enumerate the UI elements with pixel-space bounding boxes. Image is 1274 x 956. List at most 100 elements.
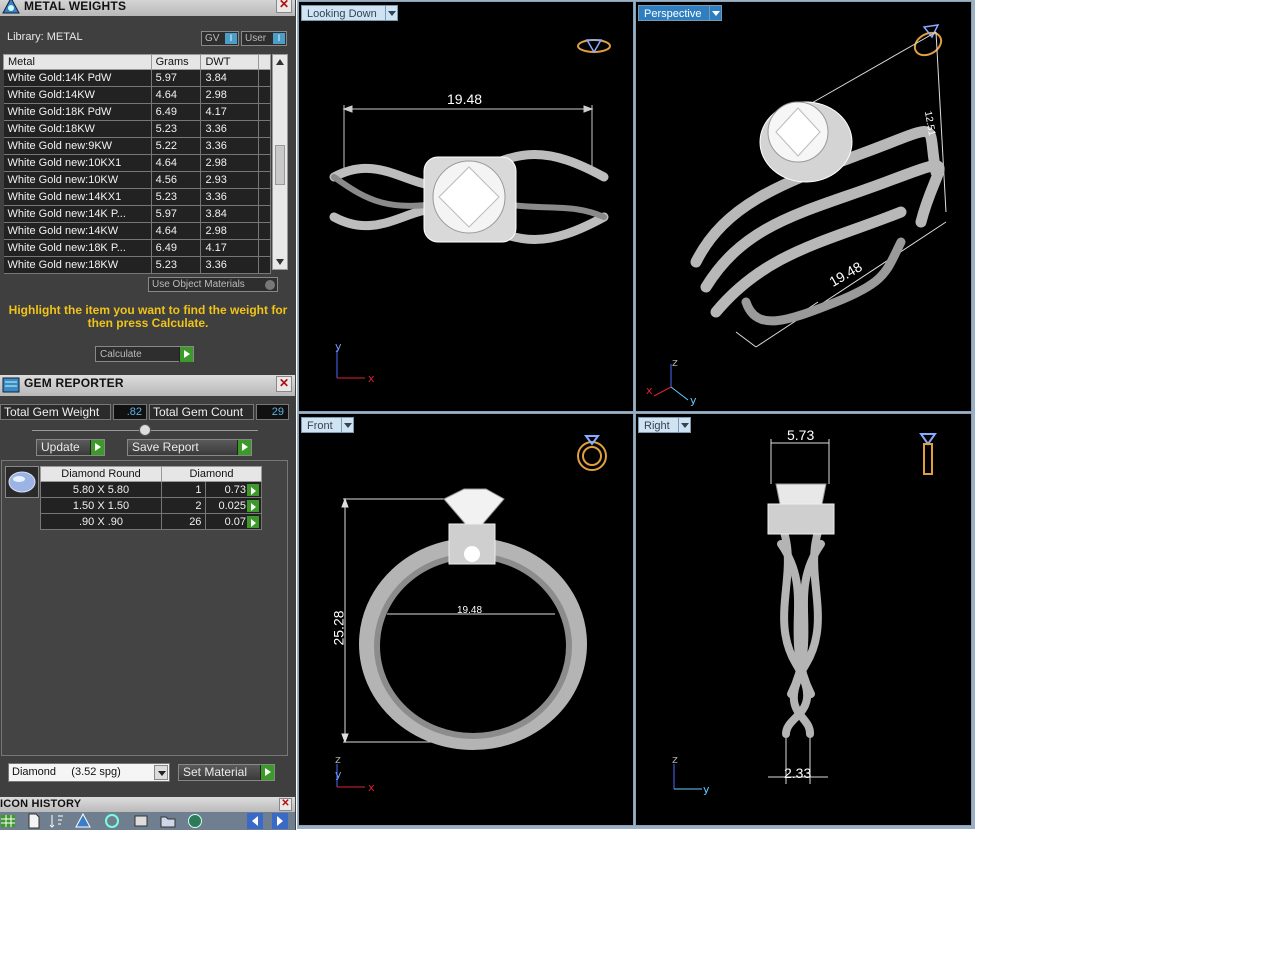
user-toggle[interactable]: User I: [241, 31, 287, 46]
use-object-materials-toggle[interactable]: Use Object Materials: [148, 277, 278, 292]
arrow-left-icon[interactable]: [247, 813, 263, 829]
svg-text:x: x: [368, 781, 375, 794]
metal-col-header[interactable]: Metal: [3, 54, 152, 70]
grams-cell: 5.23: [151, 256, 202, 274]
material-select-value: Diamond (3.52 spg): [12, 766, 121, 778]
icon-history-close-icon[interactable]: ✕: [279, 798, 292, 811]
gem-row-2-go-icon[interactable]: [246, 499, 260, 513]
document-icon[interactable]: [26, 813, 42, 829]
table-row[interactable]: White Gold new:10KX1 4.64 2.98: [3, 154, 271, 172]
gem-row-1-go-icon[interactable]: [246, 483, 260, 497]
svg-text:y: y: [690, 394, 697, 407]
save-report-button[interactable]: Save Report: [127, 439, 252, 456]
set-material-button[interactable]: Set Material: [178, 764, 275, 781]
refresh-icon[interactable]: [104, 813, 120, 829]
splitter-handle-icon[interactable]: [139, 424, 151, 436]
spacer-cell: [258, 154, 271, 172]
viewport-right[interactable]: Right z y 5.73 2.33: [635, 413, 972, 826]
use-object-materials-label: Use Object Materials: [152, 279, 245, 290]
metal-table-scrollbar[interactable]: [272, 54, 288, 270]
grams-cell: 5.23: [151, 120, 202, 138]
gem-row-3-go-icon[interactable]: [246, 515, 260, 529]
table-row[interactable]: White Gold new:14KW 4.64 2.98: [3, 222, 271, 240]
metal-cell: White Gold new:18KW: [3, 256, 152, 274]
diamond-round-thumbnail[interactable]: [5, 466, 39, 498]
svg-text:y: y: [703, 783, 710, 796]
table-row[interactable]: White Gold new:14KX1 5.23 3.36: [3, 188, 271, 206]
grid-icon[interactable]: [0, 813, 16, 829]
material-select[interactable]: Diamond (3.52 spg): [8, 763, 170, 782]
table-row[interactable]: White Gold new:9KW 5.22 3.36: [3, 137, 271, 155]
gem-material-header[interactable]: Diamond: [161, 466, 262, 482]
viewport-front[interactable]: Front z y x 25.28 19.48: [298, 413, 634, 826]
table-row[interactable]: White Gold:18KW 5.23 3.36: [3, 120, 271, 138]
sort-icon[interactable]: [48, 813, 64, 829]
chevron-down-icon[interactable]: [154, 765, 168, 780]
table-row[interactable]: White Gold:14KW 4.64 2.98: [3, 86, 271, 104]
user-label: User: [245, 33, 267, 44]
perspective-view-drawing: z x y: [646, 24, 947, 407]
ring-band-right: [772, 510, 830, 738]
front-view-drawing: z y x: [335, 435, 607, 794]
svg-text:z: z: [672, 753, 678, 766]
viewport-grid: Looking Down y x 19.48 Perspective z x y…: [297, 0, 975, 829]
metal-table: Metal Grams DWT White Gold:14K PdW 5.97 3.…: [3, 54, 271, 274]
metal-cell: White Gold:18K PdW: [3, 103, 152, 121]
viewport-looking-down[interactable]: Looking Down y x 19.48: [298, 1, 634, 412]
grams-cell: 5.97: [151, 205, 202, 223]
dim-top-label: 5.73: [787, 427, 815, 443]
scroll-thumb[interactable]: [275, 145, 285, 185]
spacer-cell: [258, 222, 271, 240]
table-row[interactable]: .90 X .90 26 0.07tw: [40, 513, 262, 530]
gem-shape-header[interactable]: Diamond Round: [40, 466, 162, 482]
metal-cell: White Gold new:14KX1: [3, 188, 152, 206]
spacer-cell: [258, 205, 271, 223]
grams-cell: 6.49: [151, 103, 202, 121]
arrow-right-icon[interactable]: [272, 813, 288, 829]
table-row[interactable]: White Gold new:10KW 4.56 2.93: [3, 171, 271, 189]
dwt-col-header[interactable]: DWT: [200, 54, 260, 70]
viewport-perspective[interactable]: Perspective z x y 19.48 12.51: [635, 1, 972, 412]
table-row[interactable]: White Gold new:18KW 5.23 3.36: [3, 256, 271, 274]
spacer-cell: [258, 120, 271, 138]
gv-toggle[interactable]: GV I: [201, 31, 239, 46]
metal-weights-title: METAL WEIGHTS: [24, 0, 127, 13]
set-material-go-icon: [260, 765, 274, 780]
total-gem-weight-label: Total Gem Weight: [0, 404, 111, 420]
dwt-cell: 4.17: [200, 239, 260, 257]
calculate-label: Calculate: [100, 349, 142, 360]
table-row[interactable]: 5.80 X 5.80 1 0.73tw: [40, 481, 262, 498]
scroll-up-icon[interactable]: [276, 59, 284, 65]
table-row[interactable]: White Gold new:18K P... 6.49 4.17: [3, 239, 271, 257]
table-row[interactable]: 1.50 X 1.50 2 0.025tw: [40, 497, 262, 514]
calculate-go-icon: [179, 347, 193, 362]
gem-reporter-close-icon[interactable]: ✕: [276, 376, 292, 392]
gv-label: GV: [205, 33, 220, 44]
table-row[interactable]: White Gold:18K PdW 6.49 4.17: [3, 103, 271, 121]
calculate-button[interactable]: Calculate: [95, 346, 194, 362]
grams-cell: 5.23: [151, 188, 202, 206]
metal-cell: White Gold:14KW: [3, 86, 152, 104]
gem-count-cell: 1: [160, 481, 207, 498]
dwt-cell: 2.93: [200, 171, 260, 189]
dwt-cell: 3.84: [200, 69, 260, 87]
ring-tool-icon[interactable]: [75, 813, 91, 829]
globe-icon[interactable]: [187, 813, 203, 829]
update-label: Update: [41, 440, 80, 454]
folder-icon[interactable]: [160, 813, 176, 829]
update-button[interactable]: Update: [36, 439, 105, 456]
table-row[interactable]: White Gold:14K PdW 5.97 3.84: [3, 69, 271, 87]
grams-cell: 5.22: [151, 137, 202, 155]
dwt-cell: 2.98: [200, 222, 260, 240]
scroll-down-icon[interactable]: [276, 259, 284, 265]
grams-col-header[interactable]: Grams: [150, 54, 202, 70]
table-row[interactable]: White Gold new:14K P... 5.97 3.84: [3, 205, 271, 223]
metal-weights-close-icon[interactable]: ✕: [276, 0, 292, 13]
orient-ring-icon: [919, 433, 937, 475]
svg-text:y: y: [335, 768, 342, 781]
center-diamond-front: [443, 488, 505, 565]
grams-cell: 4.64: [151, 154, 202, 172]
list-icon[interactable]: [133, 813, 149, 829]
grams-cell: 4.64: [151, 86, 202, 104]
gem-table: Diamond Round Diamond 5.80 X 5.80 1 0.73tw…: [40, 466, 262, 530]
